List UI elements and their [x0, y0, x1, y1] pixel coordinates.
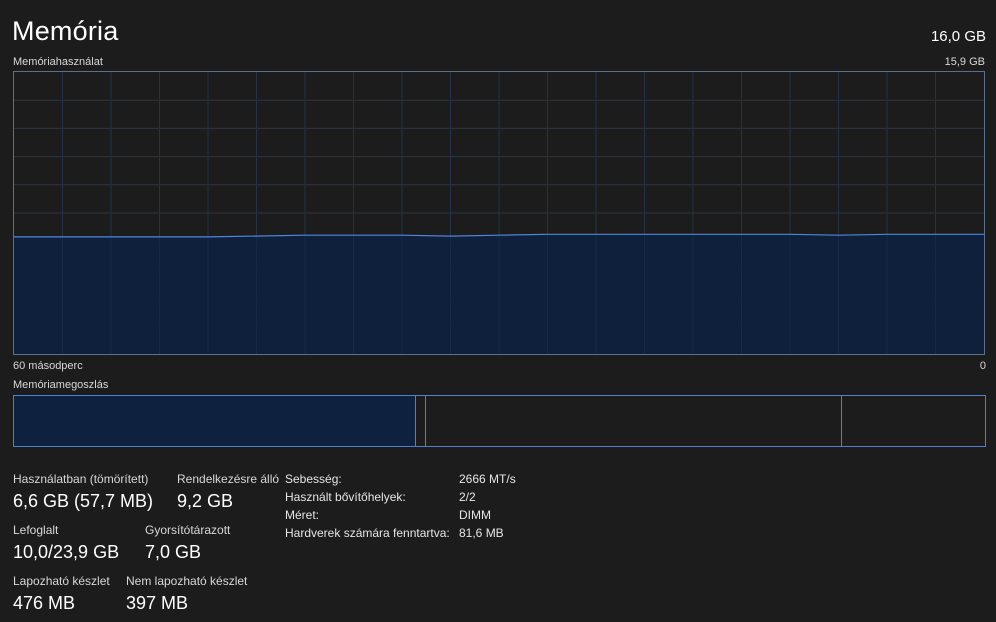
hardware-reserved-value: 81,6 MB	[459, 526, 504, 540]
in-use-value: 6,6 GB (57,7 MB)	[13, 491, 154, 511]
memory-usage-graph	[13, 71, 985, 355]
form-factor-label: Méret:	[285, 508, 320, 522]
speed-value: 2666 MT/s	[459, 472, 516, 486]
available-value: 9,2 GB	[177, 491, 234, 511]
committed-value: 10,0/23,9 GB	[13, 542, 120, 562]
paged-pool-label: Lapozható készlet	[13, 574, 110, 588]
composition-segment-free[interactable]	[842, 396, 985, 446]
composition-label: Memóriamegoszlás	[13, 379, 109, 391]
composition-segment-standby[interactable]	[426, 396, 843, 446]
memory-usage-chart	[14, 72, 984, 354]
speed-label: Sebesség:	[285, 472, 342, 486]
usage-graph-max-label: 15,9 GB	[944, 56, 985, 68]
cached-label: Gyorsítótárazott	[145, 523, 231, 537]
in-use-label: Használatban (tömörített)	[13, 472, 149, 486]
nonpaged-pool-label: Nem lapozható készlet	[126, 574, 248, 588]
page-title: Memória	[12, 16, 119, 46]
slots-value: 2/2	[459, 490, 476, 504]
form-factor-value: DIMM	[459, 508, 491, 522]
slots-label: Használt bővítőhelyek:	[285, 490, 406, 504]
available-label: Rendelkezésre álló	[177, 472, 280, 486]
total-memory: 16,0 GB	[930, 28, 986, 45]
time-axis-right-label: 0	[979, 360, 986, 372]
cached-value: 7,0 GB	[145, 542, 202, 562]
usage-graph-label: Memóriahasználat	[13, 56, 103, 68]
memory-composition-bar[interactable]	[13, 395, 986, 447]
composition-segment-modified[interactable]	[416, 396, 427, 446]
paged-pool-value: 476 MB	[13, 593, 76, 613]
hardware-reserved-label: Hardverek számára fenntartva:	[285, 526, 450, 540]
composition-segment-in-use[interactable]	[14, 396, 417, 446]
committed-label: Lefoglalt	[13, 523, 59, 537]
time-axis-left-label: 60 másodperc	[13, 360, 83, 372]
nonpaged-pool-value: 397 MB	[126, 593, 189, 613]
